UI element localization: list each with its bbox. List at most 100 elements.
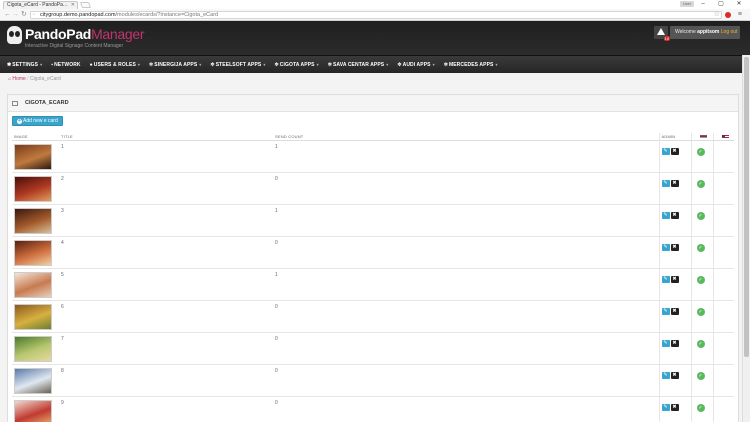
extension-icon[interactable]	[725, 12, 731, 18]
send-count-cell: 0	[273, 300, 659, 333]
maximize-icon[interactable]: ▢	[714, 0, 728, 9]
check-circle-icon[interactable]: ✓	[696, 148, 705, 156]
ecard-thumbnail[interactable]	[14, 176, 52, 202]
ecard-thumbnail[interactable]	[14, 208, 52, 234]
cogs-icon: ✲	[149, 61, 154, 68]
edit-button[interactable]: ✎	[661, 244, 670, 251]
brand-logo[interactable]: PandoPadManager	[25, 26, 145, 42]
browser-user-button[interactable]: User	[680, 1, 694, 7]
ecard-thumbnail[interactable]	[14, 400, 52, 422]
serbian-status-cell: ✓	[691, 268, 714, 301]
check-circle-icon[interactable]: ✓	[696, 212, 705, 220]
caret-down-icon: ▾	[386, 61, 389, 67]
check-circle-icon[interactable]: ✓	[696, 340, 705, 348]
warning-icon	[657, 28, 665, 35]
edit-button[interactable]: ✎	[661, 308, 670, 315]
edit-button[interactable]: ✎	[661, 276, 670, 283]
logout-link[interactable]: Log out	[719, 29, 738, 35]
nav-item-label: STEELSOFT APPS	[215, 61, 262, 68]
admin-cell: ✎ ✖	[658, 364, 692, 397]
ecard-thumbnail[interactable]	[14, 144, 52, 170]
forward-icon[interactable]: →	[12, 11, 19, 19]
scrollbar-thumb[interactable]	[744, 57, 749, 357]
delete-button[interactable]: ✖	[670, 404, 679, 411]
url-field[interactable]: ▫ citygroup.demo.pandopad.com/modules/ec…	[30, 11, 722, 19]
nav-item-audi-apps[interactable]: ✲AUDI APPS ▾	[397, 62, 434, 68]
panda-logo-icon[interactable]	[7, 26, 22, 44]
check-circle-icon[interactable]: ✓	[696, 308, 705, 316]
english-status-cell	[713, 140, 734, 173]
reload-icon[interactable]: ↻	[21, 11, 27, 19]
welcome-text: Welcome	[675, 29, 698, 35]
serbia-flag-icon	[699, 135, 707, 139]
delete-button[interactable]: ✖	[670, 372, 679, 379]
minimize-icon[interactable]: –	[696, 0, 710, 9]
edit-button[interactable]: ✎	[661, 180, 670, 187]
title-cell: 5	[59, 268, 273, 301]
edit-button[interactable]: ✎	[661, 148, 670, 155]
admin-cell: ✎ ✖	[658, 300, 692, 333]
breadcrumb-home[interactable]: ⌂ Home	[8, 76, 26, 82]
serbian-status-cell: ✓	[691, 300, 714, 333]
browser-tab[interactable]: Cigota_eCard - PandoPa… ✕	[3, 1, 78, 9]
send-count-cell: 0	[273, 172, 659, 205]
delete-button[interactable]: ✖	[670, 212, 679, 219]
edit-button[interactable]: ✎	[661, 404, 670, 411]
browser-menu-icon[interactable]: ≡	[738, 11, 742, 19]
edit-button[interactable]: ✎	[661, 372, 670, 379]
check-circle-icon[interactable]: ✓	[696, 180, 705, 188]
header-title[interactable]: TITLE	[59, 133, 273, 141]
delete-button[interactable]: ✖	[670, 308, 679, 315]
breadcrumb-home-label: Home	[12, 76, 26, 82]
title-cell: 1	[59, 140, 273, 173]
header-image[interactable]: IMAGE	[12, 133, 59, 141]
check-circle-icon[interactable]: ✓	[696, 372, 705, 380]
nav-item-network[interactable]: ▪NETWORK	[51, 62, 80, 68]
edit-button[interactable]: ✎	[661, 340, 670, 347]
add-ecard-button[interactable]: + Add new e card	[12, 116, 63, 126]
title-cell: 7	[59, 332, 273, 365]
table-row: 2 0 ✎ ✖ ✓	[12, 172, 734, 205]
tab-close-icon[interactable]: ✕	[71, 2, 75, 9]
users-icon: ●	[89, 61, 93, 68]
ecard-thumbnail[interactable]	[14, 272, 52, 298]
delete-button[interactable]: ✖	[670, 244, 679, 251]
header-send-count[interactable]: SEND COUNT	[273, 133, 659, 141]
ecard-thumbnail[interactable]	[14, 336, 52, 362]
edit-button[interactable]: ✎	[661, 212, 670, 219]
new-tab-button[interactable]	[79, 2, 92, 8]
ecard-thumbnail[interactable]	[14, 368, 52, 394]
send-count-cell: 1	[273, 204, 659, 237]
check-circle-icon[interactable]: ✓	[696, 404, 705, 412]
nav-item-label: CIGOTA APPS	[279, 61, 315, 68]
nav-item-cigota-apps[interactable]: ✲CIGOTA APPS ▾	[274, 62, 318, 68]
page-scrollbar[interactable]	[742, 55, 750, 422]
image-cell	[12, 268, 59, 301]
user-menu[interactable]: Welcome appitsom Log out	[670, 26, 740, 39]
notifications-button[interactable]: 10	[654, 26, 670, 41]
nav-item-label: MERCEDES APPS	[448, 61, 494, 68]
nav-item-users-roles[interactable]: ●USERS & ROLES ▾	[90, 62, 140, 68]
bookmark-star-icon[interactable]: ☆	[714, 11, 720, 19]
back-icon[interactable]: ←	[4, 11, 11, 19]
table-row: 7 0 ✎ ✖ ✓	[12, 332, 734, 365]
check-circle-icon[interactable]: ✓	[696, 244, 705, 252]
nav-item-settings[interactable]: ✱SETTINGS ▾	[7, 62, 42, 68]
delete-button[interactable]: ✖	[670, 340, 679, 347]
nav-item-mercedes-apps[interactable]: ✲MERCEDES APPS ▾	[444, 62, 498, 68]
check-circle-icon[interactable]: ✓	[696, 276, 705, 284]
delete-button[interactable]: ✖	[670, 180, 679, 187]
title-cell: 3	[59, 204, 273, 237]
nav-item-sava-centar-apps[interactable]: ✲SAVA CENTAR APPS ▾	[328, 62, 389, 68]
page-info-icon[interactable]: ▫	[33, 12, 35, 19]
nav-item-sinergija-apps[interactable]: ✲SINERGIJA APPS ▾	[149, 62, 201, 68]
ecard-thumbnail[interactable]	[14, 304, 52, 330]
delete-button[interactable]: ✖	[670, 276, 679, 283]
delete-button[interactable]: ✖	[670, 148, 679, 155]
close-window-icon[interactable]: ✕	[732, 0, 746, 9]
nav-item-steelsoft-apps[interactable]: ✲STEELSOFT APPS ▾	[210, 62, 265, 68]
serbian-status-cell: ✓	[691, 204, 714, 237]
ecard-thumbnail[interactable]	[14, 240, 52, 266]
brand-main: PandoPad	[25, 26, 92, 42]
english-status-cell	[713, 332, 734, 365]
